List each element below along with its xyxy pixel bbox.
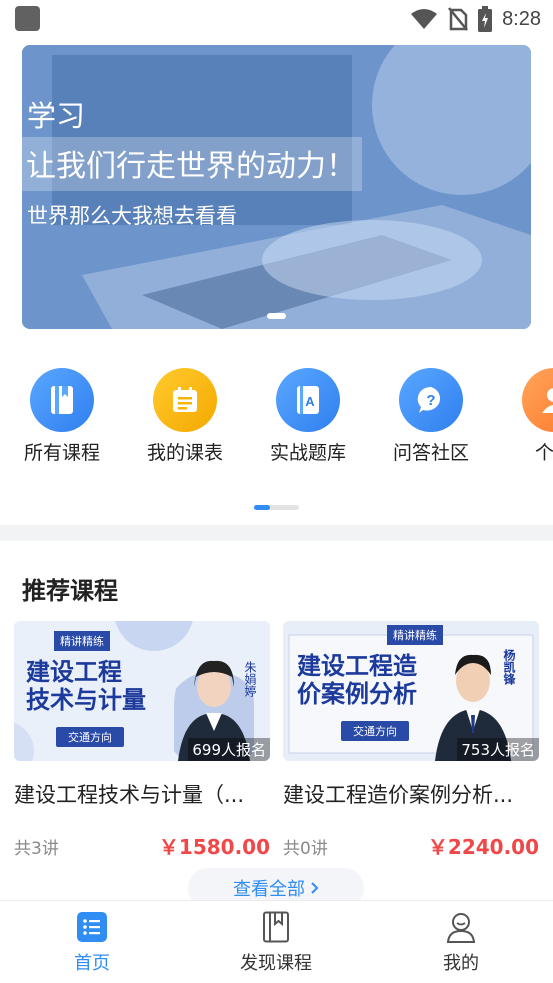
profile-icon	[445, 911, 477, 943]
lesson-count: 共3讲	[14, 839, 59, 859]
nav-page-indicator	[254, 505, 299, 510]
course-title: 建设工程造价案例分析...	[283, 783, 514, 807]
course-thumbnail: 精讲精练 建设工程造 价案例分析 交通方向 杨凯锋 753人报名	[283, 621, 539, 761]
nav-label: 实战题库	[269, 442, 346, 464]
thumbnail-subtitle: 交通方向	[56, 727, 124, 747]
lesson-count: 共0讲	[283, 839, 328, 859]
book-icon	[30, 368, 94, 432]
course-title: 建设工程技术与计量（...	[14, 783, 245, 807]
nav-qa-community[interactable]: ? 问答社区	[376, 368, 486, 465]
status-bar: 8:28	[0, 0, 553, 38]
no-sim-icon	[448, 7, 469, 31]
nav-question-bank[interactable]: A 实战题库	[253, 368, 363, 465]
question-bubble-icon: ?	[399, 368, 463, 432]
tab-discover[interactable]: 发现课程	[206, 911, 346, 975]
tab-label: 发现课程	[240, 953, 312, 974]
nav-label: 我的课表	[146, 442, 223, 464]
banner-page-indicator	[267, 313, 286, 319]
status-icons: 8:28	[410, 4, 541, 34]
tab-profile[interactable]: 我的	[391, 911, 531, 975]
banner-carousel[interactable]: 学习 让我们行走世界的动力！ 世界那么大我想去看看	[22, 45, 531, 329]
course-thumbnail: 精讲精练 建设工程 技术与计量 交通方向 朱娟婷 699人报名	[14, 621, 270, 761]
thumbnail-tag: 精讲精练	[387, 625, 443, 645]
banner-slogan: 让我们行走世界的动力！	[22, 137, 362, 191]
question-bank-icon: A	[276, 368, 340, 432]
course-card[interactable]: 精讲精练 建设工程 技术与计量 交通方向 朱娟婷 699人报名 建设工程技术与计…	[14, 621, 270, 860]
nav-label: 所有课程	[23, 442, 100, 464]
section-divider	[0, 525, 553, 541]
nav-all-courses[interactable]: 所有课程	[7, 368, 117, 465]
nav-my-schedule[interactable]: 我的课表	[130, 368, 240, 465]
svg-text:A: A	[305, 394, 315, 409]
thumbnail-subtitle: 交通方向	[341, 721, 409, 741]
app-notification-icon	[15, 6, 40, 31]
chevron-right-icon	[311, 882, 319, 894]
schedule-icon	[153, 368, 217, 432]
svg-text:?: ?	[426, 392, 435, 409]
thumbnail-tag: 精讲精练	[54, 631, 110, 651]
nav-page-indicator-active	[254, 505, 270, 510]
wifi-icon	[411, 9, 438, 29]
status-time: 8:28	[502, 7, 541, 30]
course-meta: 共3讲 ￥1580.00	[14, 831, 270, 860]
person-icon	[522, 368, 553, 432]
course-price: ￥1580.00	[158, 835, 270, 859]
home-list-icon	[76, 911, 108, 943]
view-all-label: 查看全部	[233, 879, 305, 900]
section-title: 推荐课程	[22, 577, 118, 605]
nav-label: 问答社区	[392, 442, 469, 464]
banner-heading: 学习	[27, 101, 86, 133]
tab-label: 我的	[443, 953, 479, 974]
tab-label: 首页	[74, 953, 110, 974]
thumbnail-title: 建设工程造 价案例分析	[297, 653, 417, 708]
banner-subtitle: 世界那么大我想去看看	[27, 205, 237, 228]
teacher-name: 杨凯锋	[502, 649, 516, 685]
course-price: ￥2240.00	[427, 835, 539, 859]
teacher-name: 朱娟婷	[243, 661, 257, 697]
course-card[interactable]: 精讲精练 建设工程造 价案例分析 交通方向 杨凯锋 753人报名 建设工程造价案…	[283, 621, 539, 860]
discover-book-icon	[260, 911, 292, 943]
tab-home[interactable]: 首页	[22, 911, 162, 975]
enroll-count: 699人报名	[188, 738, 270, 761]
nav-personal[interactable]: 个人	[499, 368, 553, 465]
nav-label: 个人	[534, 442, 553, 464]
battery-icon	[478, 6, 493, 32]
course-meta: 共0讲 ￥2240.00	[283, 831, 539, 860]
enroll-count: 753人报名	[457, 738, 539, 761]
quick-nav: 所有课程 我的课表 A 实战题库 ? 问答社区 个人	[0, 368, 553, 468]
thumbnail-title: 建设工程 技术与计量	[26, 659, 146, 714]
bottom-tab-bar: 首页 发现课程 我的	[0, 900, 553, 983]
